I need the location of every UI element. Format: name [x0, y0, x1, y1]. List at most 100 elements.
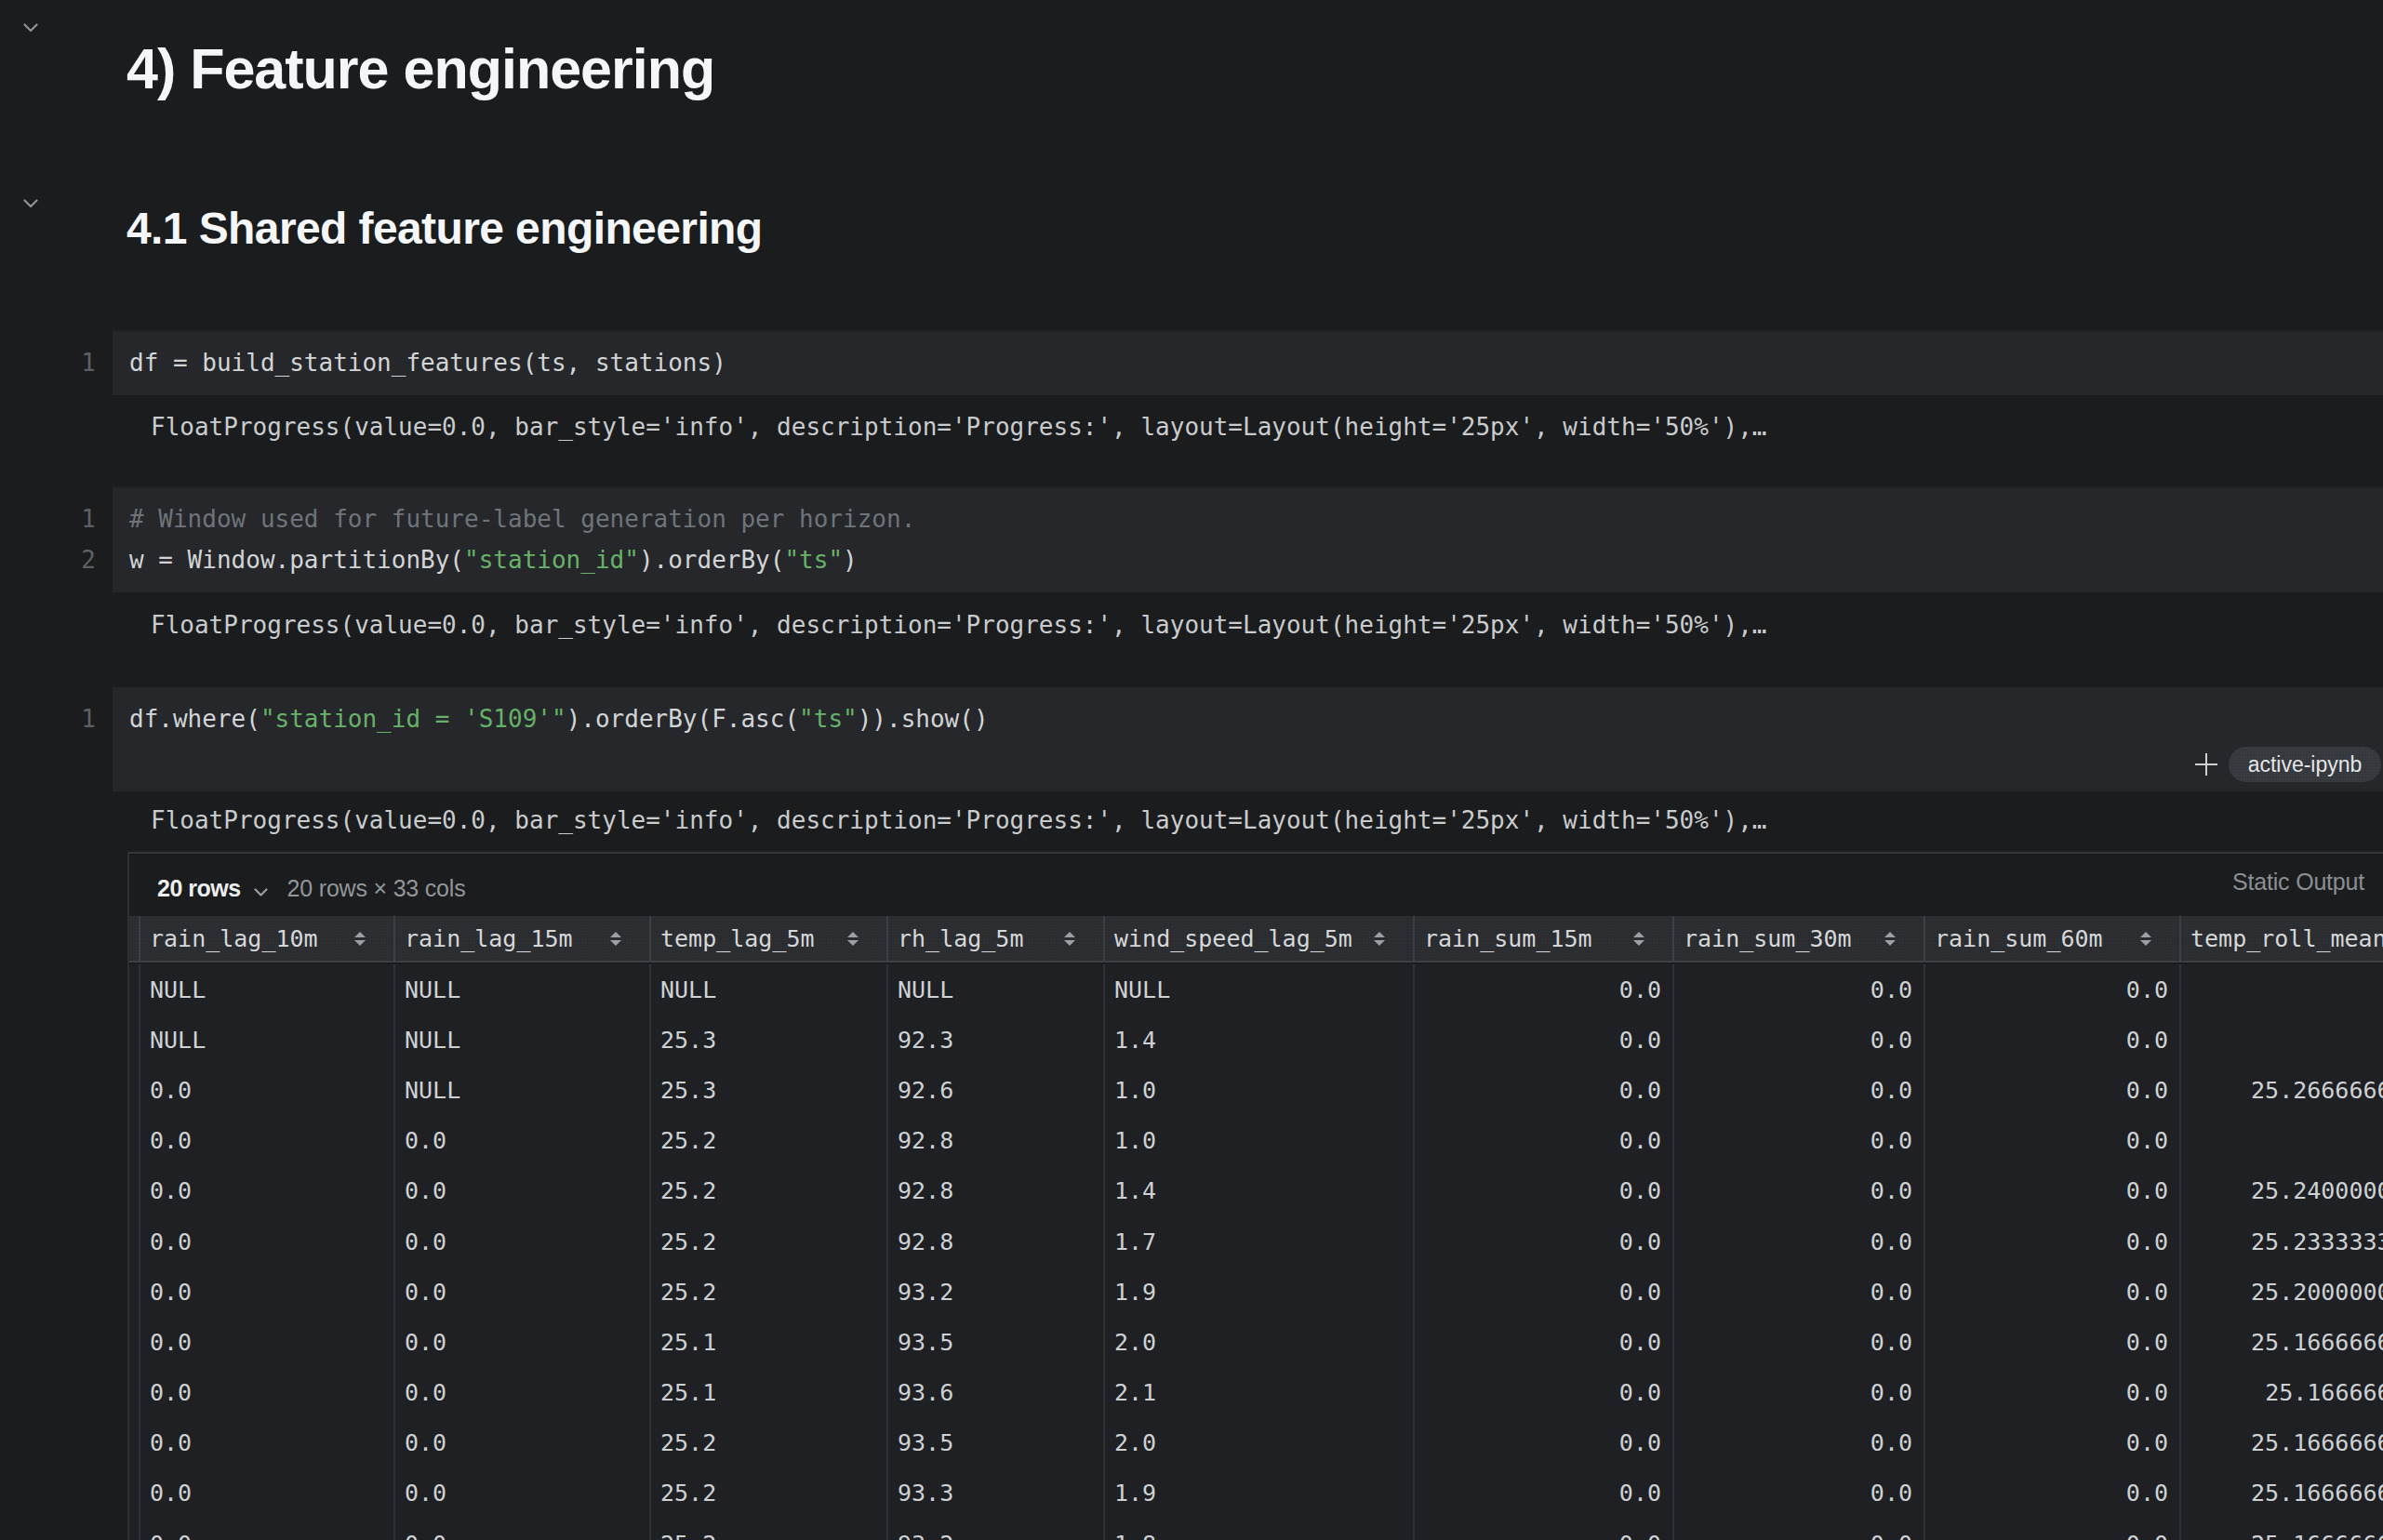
table-row: 0.00.025.293.21.90.00.00.025.20000000000…	[129, 1267, 2383, 1317]
table-cell: 25.240000000000002	[2181, 1166, 2383, 1216]
table-row: 0.00.025.293.52.00.00.00.025.16666666666…	[129, 1418, 2383, 1468]
table-cell: 25.3	[651, 1015, 888, 1065]
table-cell: 0.0	[395, 1216, 651, 1267]
table-cell: 0.0	[140, 1065, 395, 1115]
table-cell: 1.9	[1105, 1267, 1415, 1317]
table-cell	[129, 1116, 140, 1166]
column-header[interactable]: rain_sum_15m	[1415, 916, 1674, 961]
table-cell: 0.0	[1925, 964, 2181, 1015]
code-token: ).orderBy(	[639, 546, 785, 574]
table-cell: 0.0	[1925, 1216, 2181, 1267]
sort-icon[interactable]	[610, 932, 621, 946]
table-cell: 0.0	[1415, 1267, 1674, 1317]
column-header[interactable]: rh_lag_5m	[888, 916, 1105, 961]
column-header[interactable]: rain_lag_15m	[395, 916, 651, 961]
table-cell: 25.1	[651, 1368, 888, 1418]
table-cell: 0.0	[1674, 1166, 1925, 1216]
column-header[interactable]: rain_lag_10m	[140, 916, 395, 961]
table-cell: 1.0	[1105, 1116, 1415, 1166]
table-cell: 0.0	[1415, 1216, 1674, 1267]
table-cell: 0.0	[1415, 1519, 1674, 1540]
sort-icon[interactable]	[2140, 932, 2151, 946]
table-cell: 0.0	[1674, 1519, 1925, 1540]
line-number: 2	[81, 539, 96, 580]
table-cell: 25.2	[651, 1116, 888, 1166]
table-cell	[129, 1317, 140, 1367]
table-cell: 0.0	[1925, 1015, 2181, 1065]
table-cell: 25.166666666666668	[2181, 1418, 2383, 1468]
table-cell: 1.9	[1105, 1468, 1415, 1519]
column-header	[129, 916, 140, 961]
rows-dropdown[interactable]: 20 rows	[157, 875, 269, 902]
table-cell: 0.0	[395, 1166, 651, 1216]
table-cell	[129, 1015, 140, 1065]
table-cell: 92.3	[888, 1015, 1105, 1065]
sort-icon[interactable]	[354, 932, 366, 946]
table-body: NULLNULLNULLNULLNULL0.00.00.0NULLNULL25.…	[129, 964, 2383, 1540]
table-cell: 0.0	[140, 1519, 395, 1540]
table-cell: 0.0	[1415, 1468, 1674, 1519]
table-cell: 0.0	[1415, 1116, 1674, 1166]
table-row: 0.00.025.292.81.70.00.00.025.23333333333…	[129, 1216, 2383, 1267]
table-cell: 0.0	[1415, 1317, 1674, 1367]
table-cell: 0.0	[1674, 1418, 1925, 1468]
add-tag-icon[interactable]	[2192, 750, 2220, 778]
collapse-subsection-icon[interactable]	[22, 195, 39, 206]
code-cell[interactable]: 1df = build_station_features(ts, station…	[113, 331, 2383, 395]
code-token: "ts"	[799, 705, 858, 733]
column-label: rh_lag_5m	[898, 925, 1023, 952]
column-header[interactable]: temp_lag_5m	[651, 916, 888, 961]
table-cell: 0.0	[1674, 1216, 1925, 1267]
table-row: 0.00.025.293.21.80.00.00.025.16666666666…	[129, 1519, 2383, 1540]
table-cell: 0.0	[1925, 1519, 2181, 1540]
table-cell	[2181, 1015, 2383, 1065]
code-token: "station_id = 'S109'"	[260, 705, 566, 733]
table-cell: 25.2	[651, 1519, 888, 1540]
column-header[interactable]: rain_sum_60m	[1925, 916, 2181, 961]
table-cell: 0.0	[1925, 1468, 2181, 1519]
sort-icon[interactable]	[1064, 932, 1075, 946]
table-cell: 0.0	[1674, 1065, 1925, 1115]
table-cell: 0.0	[395, 1116, 651, 1166]
code-token: )).show()	[858, 705, 989, 733]
table-cell: 0.0	[140, 1216, 395, 1267]
table-cell: 25.2	[651, 1267, 888, 1317]
table-cell: NULL	[651, 964, 888, 1015]
sort-icon[interactable]	[1374, 932, 1385, 946]
table-cell: 0.0	[1415, 1418, 1674, 1468]
table-cell: 25.3	[651, 1065, 888, 1115]
table-cell: 0.0	[395, 1317, 651, 1367]
table-cell: 0.0	[140, 1267, 395, 1317]
cell-tag[interactable]: active-ipynb	[2229, 747, 2381, 782]
collapse-section-icon[interactable]	[22, 20, 39, 31]
line-number: 1	[81, 498, 96, 539]
section-heading: 4) Feature engineering	[126, 38, 714, 100]
code-cell[interactable]: 1df.where("station_id = 'S109'").orderBy…	[113, 687, 2383, 791]
column-label: rain_lag_10m	[150, 925, 318, 952]
table-cell: 0.0	[1674, 964, 1925, 1015]
sort-icon[interactable]	[1884, 932, 1896, 946]
table-cell: 92.8	[888, 1216, 1105, 1267]
sort-icon[interactable]	[1633, 932, 1644, 946]
code-cell[interactable]: 1# Window used for future-label generati…	[113, 487, 2383, 592]
column-header[interactable]: rain_sum_30m	[1674, 916, 1925, 961]
table-toolbar: 20 rows 20 rows × 33 cols Static Output	[129, 854, 2383, 923]
table-cell: 0.0	[1415, 1368, 1674, 1418]
table-cell: 2.0	[1105, 1418, 1415, 1468]
table-cell: 0.0	[1925, 1317, 2181, 1367]
column-header[interactable]: temp_roll_mean_15m	[2181, 916, 2383, 961]
column-header[interactable]: wind_speed_lag_5m	[1105, 916, 1415, 961]
table-cell: 93.2	[888, 1519, 1105, 1540]
table-cell: 0.0	[1674, 1015, 1925, 1065]
sort-icon[interactable]	[847, 932, 859, 946]
table-cell: 0.0	[395, 1267, 651, 1317]
table-cell: 0.0	[1925, 1267, 2181, 1317]
subsection-heading: 4.1 Shared feature engineering	[126, 204, 763, 254]
column-label: temp_lag_5m	[660, 925, 815, 952]
code-line: 1df.where("station_id = 'S109'").orderBy…	[129, 698, 2383, 739]
table-cell: 0.0	[1674, 1368, 1925, 1418]
code-line: 1df = build_station_features(ts, station…	[129, 342, 2383, 383]
table-cell: 2.1	[1105, 1368, 1415, 1418]
rows-count-label: 20 rows	[157, 875, 241, 902]
table-cell: 0.0	[140, 1166, 395, 1216]
